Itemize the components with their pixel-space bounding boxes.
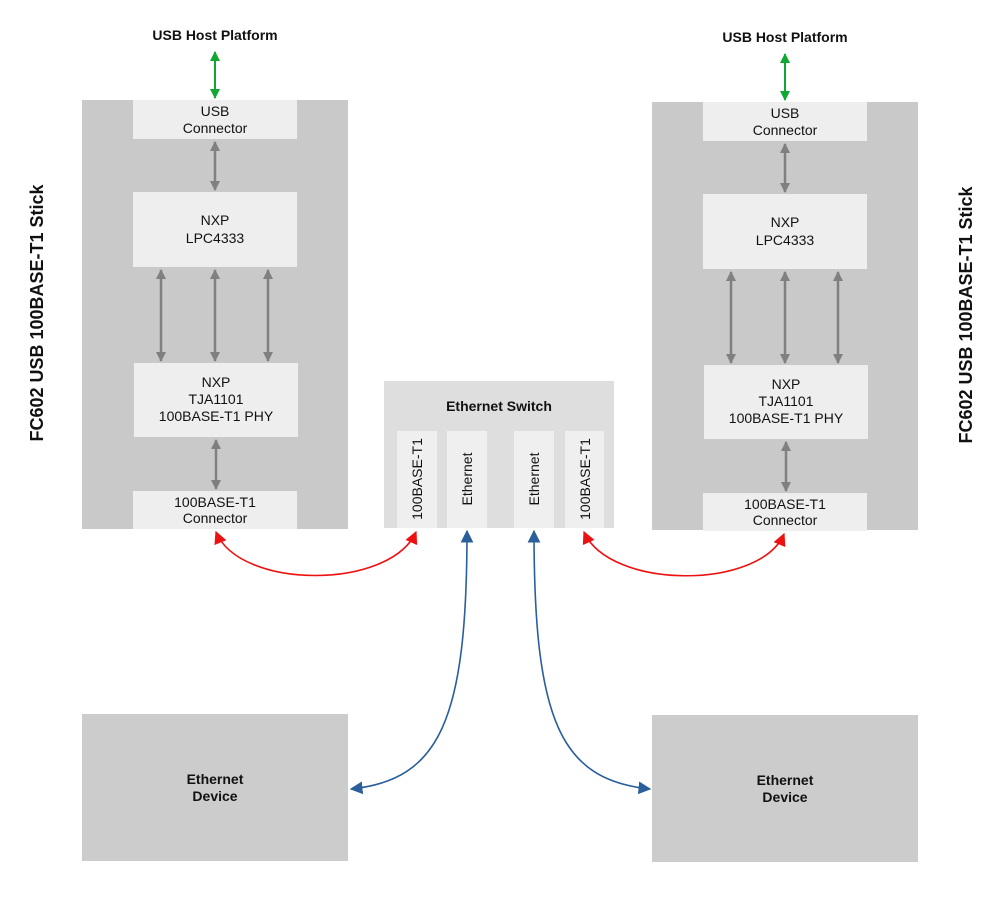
right-t1-link [582, 530, 786, 577]
right-ethernet-link [527, 529, 652, 795]
left-usb-label-2: Connector [183, 120, 248, 136]
right-host-label: USB Host Platform [722, 29, 847, 45]
left-mcu-label: NXP [201, 212, 230, 228]
left-conn-label-2: Connector [183, 510, 248, 526]
left-t1-link [214, 530, 418, 577]
left-phy-label-3: 100BASE-T1 PHY [159, 408, 274, 424]
left-host-label: USB Host Platform [152, 27, 277, 43]
left-mcu-label-2: LPC4333 [186, 230, 245, 246]
right-stick: USB Host Platform USB Connector NXP LPC4… [652, 29, 976, 531]
switch-port-label-1: 100BASE-T1 [409, 438, 425, 520]
left-ethernet-link [349, 529, 474, 795]
left-usb-label: USB [201, 103, 230, 119]
right-mcu-label: NXP [771, 214, 800, 230]
right-conn-label: 100BASE-T1 [744, 496, 826, 512]
right-device-label-2: Device [762, 789, 807, 805]
ethernet-switch: Ethernet Switch 100BASE-T1 Ethernet Ethe… [384, 381, 614, 528]
right-conn-label-2: Connector [753, 512, 818, 528]
switch-title: Ethernet Switch [446, 398, 552, 414]
switch-port-label-2: Ethernet [459, 452, 475, 505]
left-device-label: Ethernet [187, 771, 244, 787]
left-phy-label: NXP [202, 374, 231, 390]
right-device-label: Ethernet [757, 772, 814, 788]
right-usb-label-2: Connector [753, 122, 818, 138]
right-usb-label: USB [771, 105, 800, 121]
switch-port-label-3: Ethernet [526, 452, 542, 505]
right-phy-label-3: 100BASE-T1 PHY [729, 410, 844, 426]
right-phy-label: NXP [772, 376, 801, 392]
right-mcu-label-2: LPC4333 [756, 232, 815, 248]
right-stick-title: FC602 USB 100BASE-T1 Stick [956, 185, 976, 443]
right-phy-label-2: TJA1101 [759, 393, 814, 409]
left-stick: USB Host Platform USB Connector NXP LPC4… [27, 27, 348, 529]
network-diagram: USB Host Platform USB Connector NXP LPC4… [27, 27, 976, 862]
left-device-label-2: Device [192, 788, 237, 804]
left-stick-title: FC602 USB 100BASE-T1 Stick [27, 183, 47, 441]
left-phy-label-2: TJA1101 [189, 391, 244, 407]
left-conn-label: 100BASE-T1 [174, 494, 256, 510]
switch-port-label-4: 100BASE-T1 [577, 438, 593, 520]
